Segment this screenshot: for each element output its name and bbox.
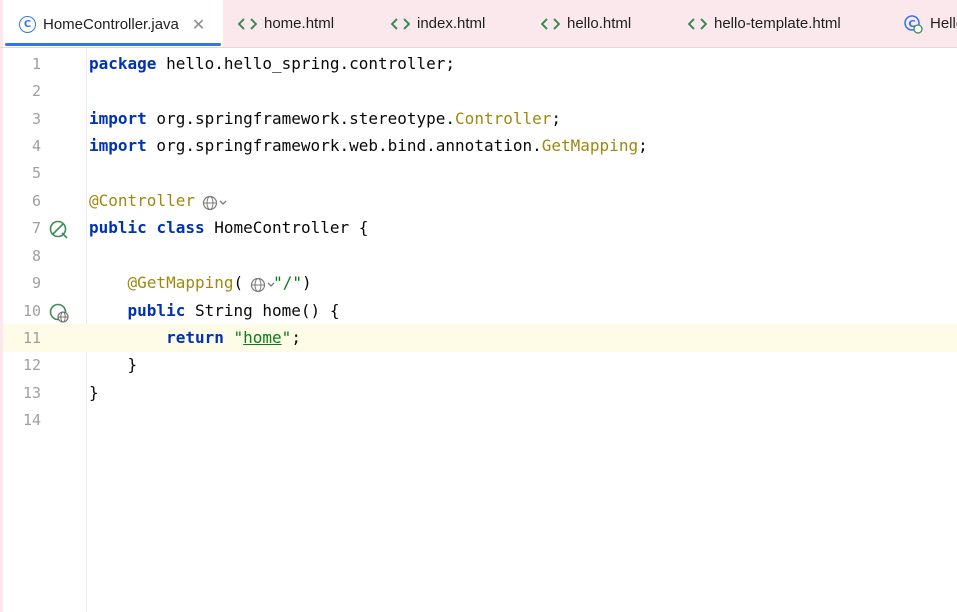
code-line: 1 package hello.hello_spring.controller; [3,50,957,78]
code-token: class [156,218,205,237]
tab-label: HomeController.java [43,15,179,33]
line-number: 12 [22,356,41,374]
code-line: 12 } [3,351,957,379]
code-token: } [89,355,138,374]
code-token: GetMapping [541,136,639,155]
code-token: return [166,328,224,347]
code-text[interactable]: import org.springframework.web.bind.anno… [89,132,648,160]
code-text[interactable]: return "home"; [89,324,301,352]
code-token: hello.hello_spring.controller; [156,54,456,73]
java-class-icon: C [19,15,36,33]
code-text[interactable]: public String home() { [89,297,340,325]
code-token: ; [551,109,562,128]
code-token: package [89,54,157,73]
code-text[interactable]: @GetMapping("/") [89,269,312,297]
code-token: ( [233,273,244,292]
code-token: HomeController { [204,218,369,237]
close-icon[interactable]: ✕ [192,15,205,34]
code-token: import [89,109,147,128]
java-class-icon: C [903,14,923,34]
line-number: 6 [31,192,41,210]
code-token: org.springframework.web.bind.annotation. [146,136,542,155]
code-line: 14 [3,406,957,434]
code-line: 8 [3,242,957,270]
code-text[interactable]: } [89,351,138,379]
code-token: org.springframework.stereotype. [146,109,456,128]
line-number: 4 [31,137,41,155]
line-number: 7 [31,219,41,237]
code-token: ; [638,136,648,155]
tab-label: hello.html [567,15,632,32]
tab-hello-html[interactable]: hello.html [541,0,631,47]
tab-homecontroller-java[interactable]: C HomeController.java ✕ [3,0,223,47]
code-line: 2 [3,77,957,105]
tab-label: index.html [417,15,486,32]
code-line-current: 11 return "home"; [3,324,957,352]
spring-bean-gutter-icon[interactable] [49,220,68,239]
code-token: public [89,218,147,237]
code-line: 3 import org.springframework.stereotype.… [3,105,957,133]
line-number: 10 [22,302,41,320]
line-number: 5 [31,164,41,182]
code-line: 10 public String home() { [3,297,957,325]
tab-label: Hello [930,15,957,32]
code-token: " [233,328,244,347]
code-token: import [89,136,147,155]
tab-index-html[interactable]: index.html [391,0,485,47]
line-number: 9 [31,274,41,292]
code-token: ) [302,273,312,292]
code-line: 6 @Controller [3,187,957,215]
editor-tab-bar: C HomeController.java ✕ home.html index.… [0,0,957,48]
tab-label: home.html [264,15,335,32]
code-token: Controller [455,109,552,128]
line-number: 14 [22,411,41,429]
request-mapping-gutter-icon[interactable] [49,303,69,323]
code-token: ; [291,328,301,347]
line-number: 13 [22,384,41,402]
line-number: 11 [22,329,41,347]
html-file-icon [391,17,410,31]
code-token: " [281,328,292,347]
code-line: 9 @GetMapping("/") [3,269,957,297]
tab-hello-partial[interactable]: C Hello [903,0,957,47]
code-line: 13 } [3,379,957,407]
code-text[interactable]: import org.springframework.stereotype.Co… [89,105,561,133]
line-number: 3 [31,110,41,128]
code-line: 7 public class HomeController { [3,214,957,242]
code-token: @GetMapping [127,273,234,292]
code-text[interactable]: public class HomeController { [89,214,368,242]
html-file-icon [541,17,560,31]
code-line: 4 import org.springframework.web.bind.an… [3,132,957,160]
code-token: @Controller [89,191,195,210]
code-text[interactable]: } [89,379,99,407]
code-token: String home() { [185,301,340,320]
line-number: 8 [31,247,41,265]
code-line: 5 [3,159,957,187]
tab-label: hello-template.html [714,15,841,32]
html-file-icon [238,17,257,31]
code-text[interactable]: package hello.hello_spring.controller; [89,50,455,78]
code-token: } [89,383,99,402]
html-file-icon [688,17,707,31]
code-token: public [127,301,186,320]
line-number: 2 [31,82,41,100]
code-editor[interactable]: 1 package hello.hello_spring.controller;… [3,48,957,612]
code-token: home [243,328,282,347]
tab-hello-template-html[interactable]: hello-template.html [688,0,841,47]
line-number: 1 [31,55,41,73]
tab-home-html[interactable]: home.html [238,0,334,47]
